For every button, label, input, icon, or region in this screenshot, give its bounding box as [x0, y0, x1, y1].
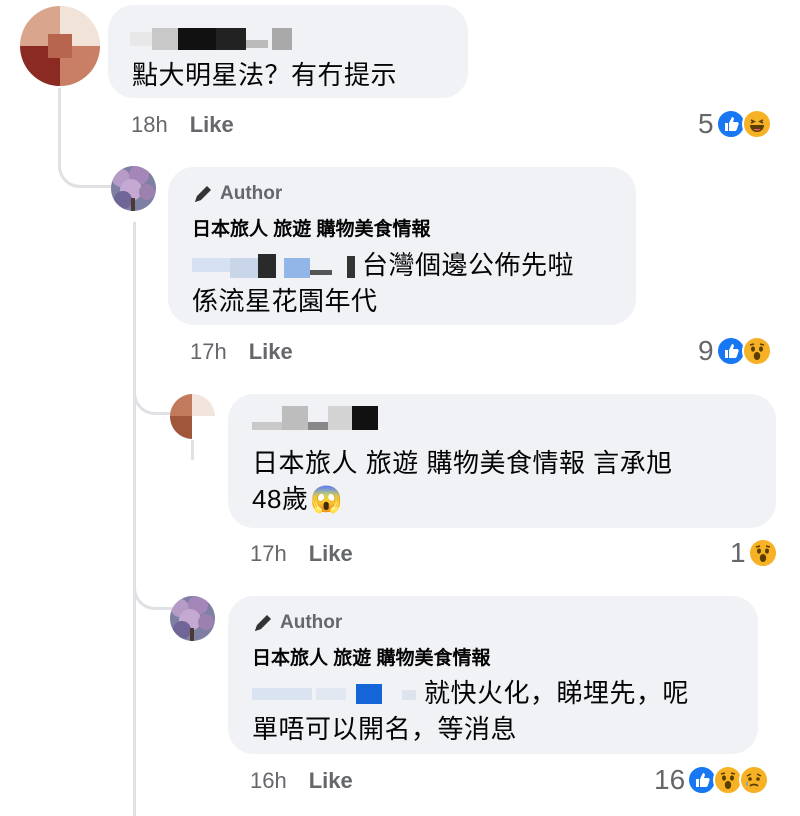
timestamp[interactable]: 16h	[250, 768, 287, 794]
comment-meta: 18h Like	[131, 112, 234, 138]
redacted-mention	[192, 252, 357, 278]
avatar[interactable]	[20, 6, 100, 86]
haha-icon	[741, 109, 772, 139]
page-name[interactable]: 日本旅人 旅遊 購物美食情報	[192, 214, 431, 241]
like-button[interactable]: Like	[309, 541, 353, 567]
like-button[interactable]: Like	[309, 768, 353, 794]
wow-icon	[741, 336, 772, 366]
avatar[interactable]	[170, 394, 215, 439]
comment-text-line2: 48歲😱	[252, 484, 344, 514]
author-badge-label: Author	[280, 612, 343, 633]
like-button[interactable]: Like	[190, 112, 234, 138]
avatar-image	[20, 6, 100, 86]
redacted-name	[252, 404, 392, 434]
reaction-summary[interactable]: 9	[698, 335, 772, 367]
thread-curve	[133, 565, 181, 610]
author-badge-label: Author	[220, 183, 283, 204]
comment-meta: 17h Like	[190, 339, 293, 365]
comment-meta: 17h Like	[250, 541, 353, 567]
page-name[interactable]: 日本旅人 旅遊 購物美食情報	[252, 643, 491, 670]
timestamp[interactable]: 17h	[190, 339, 227, 365]
scream-emoji: 😱	[310, 484, 344, 514]
reaction-summary[interactable]: 1	[730, 537, 778, 569]
reaction-count: 1	[730, 537, 746, 568]
reaction-summary[interactable]: 16	[654, 764, 770, 796]
thread-line	[191, 440, 194, 460]
like-button[interactable]: Like	[249, 339, 293, 365]
reaction-count: 16	[654, 764, 686, 795]
sad-icon	[739, 765, 770, 795]
thread-line	[133, 222, 136, 816]
wow-icon	[747, 538, 778, 568]
comment-text: 點大明星法？有冇提示	[132, 60, 398, 90]
reaction-count: 5	[698, 108, 714, 139]
pen-icon	[195, 186, 211, 202]
timestamp[interactable]: 18h	[131, 112, 168, 138]
page-avatar[interactable]	[111, 166, 156, 211]
avatar-image	[170, 394, 215, 439]
redacted-mention	[252, 680, 422, 706]
redacted-name	[130, 28, 292, 50]
comment-text-line1: 就快火化，睇埋先，呢	[424, 678, 690, 708]
page-avatar[interactable]	[170, 596, 215, 641]
comment-meta: 16h Like	[250, 768, 353, 794]
reaction-count: 9	[698, 335, 714, 366]
timestamp[interactable]: 17h	[250, 541, 287, 567]
avatar-image	[111, 166, 156, 211]
avatar-image	[170, 596, 215, 641]
pen-icon	[255, 615, 271, 631]
comment-text-line1: 台灣個邊公佈先啦	[362, 250, 575, 280]
author-badge: Author	[192, 183, 282, 205]
comment-text-line2: 單唔可以開名，等消息	[252, 714, 518, 744]
reaction-summary[interactable]: 5	[698, 108, 772, 140]
comment-text-line1: 日本旅人 旅遊 購物美食情報 言承旭	[252, 448, 673, 478]
thread-curve	[58, 135, 111, 188]
author-badge: Author	[252, 612, 342, 634]
comment-text-line2: 係流星花園年代	[192, 286, 378, 316]
